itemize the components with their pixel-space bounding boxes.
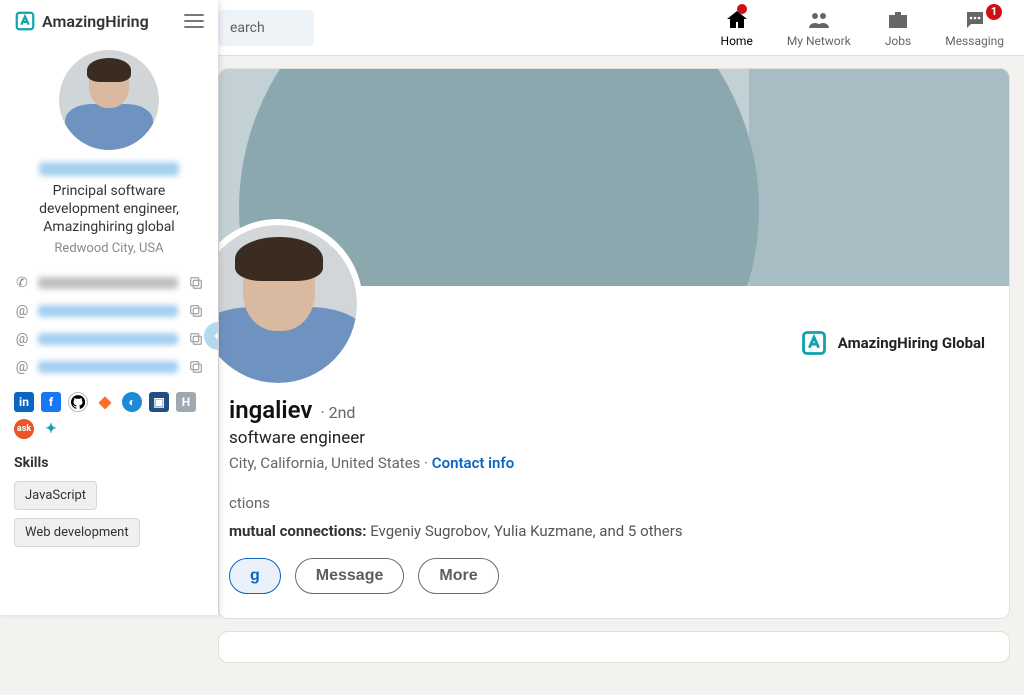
next-card-peek (218, 631, 1010, 663)
nav-label: Jobs (885, 34, 911, 48)
sidebar-contacts: ✆ @ @ @ (14, 272, 204, 378)
nav-jobs[interactable]: Jobs (885, 8, 911, 48)
hamburger-menu-icon[interactable] (184, 14, 204, 28)
copy-icon[interactable] (188, 303, 204, 319)
mutual-connections[interactable]: mutual connections: Evgeniy Sugrobov, Yu… (229, 522, 985, 540)
social-icon-row: in f ◆ ◐ ▣ H ask ✦ (14, 392, 204, 439)
sidebar-role: Principal software development engineer,… (14, 182, 204, 237)
facebook-icon[interactable]: f (41, 392, 61, 412)
search-placeholder-fragment: earch (230, 20, 265, 36)
top-nav: Home My Network Jobs 1 Messaging (721, 8, 1004, 48)
contact-row-email: @ (14, 356, 204, 378)
at-icon: @ (14, 359, 30, 375)
messaging-icon (963, 8, 987, 32)
amazinghiring-logo-icon (800, 329, 828, 357)
message-label: Message (316, 567, 384, 585)
at-icon: @ (14, 303, 30, 319)
pending-button[interactable]: g (229, 558, 281, 594)
more-label: More (439, 567, 477, 585)
mutual-text: Evgeniy Sugrobov, Yulia Kuzmane, and 5 o… (370, 522, 682, 540)
connections-fragment[interactable]: ctions (229, 494, 985, 512)
chevron-left-icon (211, 329, 218, 343)
copy-icon[interactable] (188, 275, 204, 291)
contact-redacted (38, 305, 178, 317)
more-button[interactable]: More (418, 558, 498, 594)
profile-location-fragment: City, California, United States · (229, 454, 428, 472)
company-name: AmazingHiring Global (838, 334, 985, 352)
nav-messaging[interactable]: 1 Messaging (945, 8, 1004, 48)
ask-icon[interactable]: ask (14, 419, 34, 439)
briefcase-icon (886, 8, 910, 32)
profile-location-row: City, California, United States · Contac… (229, 454, 985, 472)
profile-name-row: ingaliev · 2nd (229, 396, 985, 424)
nav-label: Messaging (945, 34, 1004, 48)
phone-icon: ✆ (14, 275, 30, 291)
habr-icon[interactable]: H (176, 392, 196, 412)
mutual-label: mutual connections: (229, 522, 366, 540)
amazinghiring-sidebar: AmazingHiring Principal software develop… (0, 0, 218, 615)
copy-icon[interactable] (188, 359, 204, 375)
profile-actions: g Message More (229, 558, 985, 594)
skills-heading: Skills (14, 455, 204, 471)
network-icon (807, 8, 831, 32)
copy-icon[interactable] (188, 331, 204, 347)
skill-tag[interactable]: Web development (14, 518, 140, 547)
profile-name-fragment: ingaliev (229, 396, 312, 424)
notification-badge: 1 (986, 4, 1002, 20)
bitbucket-icon[interactable]: ▣ (149, 392, 169, 412)
contact-info-link[interactable]: Contact info (432, 454, 514, 472)
top-bar: earch Home My Network Jobs 1 Messaging (218, 0, 1024, 56)
brand-name: AmazingHiring (42, 12, 149, 31)
amazinghiring-icon[interactable]: ✦ (41, 419, 61, 439)
message-button[interactable]: Message (295, 558, 405, 594)
sidebar-avatar[interactable] (59, 50, 159, 150)
nav-home[interactable]: Home (721, 8, 753, 48)
nav-network[interactable]: My Network (787, 8, 851, 48)
contact-redacted (38, 333, 178, 345)
search-input[interactable]: earch (218, 10, 314, 46)
pending-label-fragment: g (250, 567, 260, 585)
profile-headline: software engineer (229, 428, 985, 448)
amazinghiring-logo-icon (14, 10, 36, 32)
current-company[interactable]: AmazingHiring Global (800, 329, 985, 357)
contact-row-email: @ (14, 328, 204, 350)
sidebar-location: Redwood City, USA (14, 241, 204, 256)
brand-logo[interactable]: AmazingHiring (14, 10, 149, 32)
nav-label: Home (721, 34, 753, 48)
gitlab-icon[interactable]: ◆ (95, 392, 115, 412)
sidebar-header: AmazingHiring (14, 10, 204, 32)
nav-label: My Network (787, 34, 851, 48)
skill-tag[interactable]: JavaScript (14, 481, 97, 510)
content-canvas: AmazingHiring Global ingaliev · 2nd soft… (218, 56, 1024, 695)
contact-row-phone: ✆ (14, 272, 204, 294)
linkedin-icon[interactable]: in (14, 392, 34, 412)
contact-redacted (38, 277, 178, 289)
skills-list: JavaScript Web development (14, 481, 204, 555)
contact-row-email: @ (14, 300, 204, 322)
profile-card: AmazingHiring Global ingaliev · 2nd soft… (218, 68, 1010, 619)
github-icon[interactable] (68, 392, 88, 412)
linkedin-main: earch Home My Network Jobs 1 Messaging (218, 0, 1024, 615)
contact-redacted (38, 361, 178, 373)
connection-degree: · 2nd (320, 403, 355, 422)
notification-dot (737, 4, 747, 14)
loading-icon[interactable]: ◐ (122, 392, 142, 412)
sidebar-name-redacted (39, 162, 179, 176)
at-icon: @ (14, 331, 30, 347)
collapse-sidebar-button[interactable] (204, 322, 218, 350)
